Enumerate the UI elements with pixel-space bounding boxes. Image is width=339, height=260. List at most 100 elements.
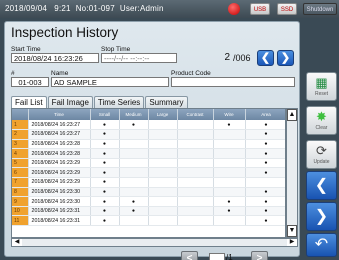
product-code-field[interactable]: [171, 77, 295, 87]
page-current: 2: [224, 53, 230, 63]
tab-fail-image[interactable]: Fail Image: [47, 96, 93, 108]
fail-mark-cell: [213, 148, 246, 159]
name-label: Name: [51, 70, 69, 77]
table-row[interactable]: 9 2018/08/24 16:23:30 ● ● ● ●: [12, 196, 285, 207]
return-button[interactable]: ↶: [306, 233, 337, 257]
table-row[interactable]: 6 2018/08/24 16:23:29 ● ●: [12, 167, 285, 179]
start-time-field[interactable]: 2018/08/24 16:23:26: [11, 53, 99, 63]
column-header-medium[interactable]: Medium: [119, 109, 149, 120]
tab-fail-list[interactable]: Fail List: [11, 96, 47, 108]
row-time: 2018/08/24 16:23:28: [28, 148, 91, 159]
prev-record-button[interactable]: ❮: [257, 50, 274, 66]
fail-mark-cell: [148, 148, 178, 159]
name-field[interactable]: AD SAMPLE: [51, 77, 169, 87]
scroll-right-button[interactable]: ▶: [287, 239, 297, 246]
arrow-left-icon: ❮: [260, 52, 271, 64]
vertical-scrollbar[interactable]: ▲ ▼: [286, 108, 298, 238]
fail-mark-cell: [119, 167, 149, 179]
column-header-contrast[interactable]: Contrast: [177, 109, 214, 120]
clear-label: Clear: [315, 125, 328, 131]
column-header-small[interactable]: Small: [90, 109, 120, 120]
row-time: 2018/08/24 16:23:29: [28, 167, 91, 179]
fail-mark-cell: ●: [90, 206, 120, 217]
table-row[interactable]: 4 2018/08/24 16:23:28 ● ●: [12, 148, 285, 159]
fail-mark-cell: [148, 120, 178, 131]
fail-mark-cell: ●: [90, 148, 120, 159]
table-row[interactable]: 11 2018/08/24 16:23:31 ● ●: [12, 215, 285, 227]
tab-summary[interactable]: Summary: [145, 96, 188, 108]
fail-mark-cell: [119, 187, 149, 198]
excel-export-icon: ▦: [315, 75, 328, 90]
forward-button[interactable]: ❯: [306, 202, 337, 231]
column-header-time[interactable]: Time: [28, 109, 91, 120]
start-time-label: Start Time: [11, 46, 41, 53]
fail-mark-cell: ●: [90, 129, 120, 140]
sparkle-clear-icon: ✸: [316, 109, 327, 124]
column-header-area[interactable]: Area: [245, 109, 285, 120]
stop-time-field[interactable]: ----/--/-- --:--:--: [101, 53, 177, 63]
fail-mark-cell: ●: [90, 196, 120, 207]
page-number-input[interactable]: [209, 253, 225, 260]
fail-mark-cell: [213, 215, 246, 227]
status-datetime: 2018/09/04 9:21: [5, 4, 71, 13]
fail-mark-cell: [213, 187, 246, 198]
usb-button[interactable]: USB: [250, 3, 270, 15]
update-button[interactable]: ⟳ Update: [306, 140, 337, 169]
scroll-left-button[interactable]: ◀: [12, 239, 22, 246]
fail-mark-cell: ●: [90, 158, 120, 169]
fail-mark-cell: [119, 215, 149, 227]
column-header-wire[interactable]: Wire: [213, 109, 246, 120]
fail-mark-cell: ●: [119, 120, 149, 131]
fail-mark-cell: [177, 167, 214, 179]
fail-mark-cell: ●: [119, 196, 149, 207]
fail-mark-cell: [119, 148, 149, 159]
number-field[interactable]: 01-003: [11, 77, 49, 87]
next-page-button[interactable]: >: [251, 251, 268, 260]
tab-time-series[interactable]: Time Series: [93, 96, 145, 108]
clear-button[interactable]: ✸ Clear: [306, 106, 337, 135]
product-code-label: Product Code: [171, 70, 211, 77]
status-bar: 2018/09/04 9:21 No:01-097 User:Admin USB…: [0, 0, 339, 18]
table-row[interactable]: 10 2018/08/24 16:23:31 ● ● ● ●: [12, 206, 285, 217]
table-row[interactable]: 3 2018/08/24 16:23:28 ● ●: [12, 139, 285, 150]
prev-page-button[interactable]: <: [181, 251, 198, 260]
column-header-index: [12, 109, 29, 120]
table-row[interactable]: 8 2018/08/24 16:23:30 ● ●: [12, 187, 285, 198]
ssd-button[interactable]: SSD: [277, 3, 297, 15]
shutdown-button[interactable]: Shutdown: [303, 3, 337, 15]
row-index: 10: [12, 206, 29, 217]
fail-mark-cell: ●: [119, 206, 149, 217]
alarm-indicator-icon: [228, 3, 240, 15]
fail-mark-cell: [177, 139, 214, 150]
fail-mark-cell: [177, 196, 214, 207]
table-row[interactable]: 7 2018/08/24 16:23:29 ●: [12, 177, 285, 188]
row-time: 2018/08/24 16:23:31: [28, 206, 91, 217]
fail-mark-cell: [119, 158, 149, 169]
row-index: 7: [12, 177, 29, 188]
reset-button[interactable]: ▦ Reset: [306, 72, 337, 101]
fail-mark-cell: [148, 129, 178, 140]
fail-mark-cell: ●: [90, 120, 120, 131]
next-record-button[interactable]: ❯: [277, 50, 294, 66]
row-index: 2: [12, 129, 29, 140]
table-row[interactable]: 2 2018/08/24 16:23:27 ● ●: [12, 129, 285, 140]
status-number: No:01-097: [75, 4, 115, 13]
fail-mark-cell: [213, 167, 246, 179]
row-time: 2018/08/24 16:23:30: [28, 187, 91, 198]
row-index: 6: [12, 167, 29, 179]
row-time: 2018/08/24 16:23:29: [28, 158, 91, 169]
column-header-large[interactable]: Large: [148, 109, 178, 120]
horizontal-scrollbar[interactable]: ◀ ▶: [11, 238, 298, 247]
stop-time-label: Stop Time: [101, 46, 131, 53]
number-label: #: [11, 70, 15, 77]
fail-mark-cell: [119, 139, 149, 150]
table-row[interactable]: 1 2018/08/24 16:23:27 ● ● ● ●: [12, 120, 285, 131]
fail-mark-cell: ●: [245, 158, 285, 169]
scroll-up-button[interactable]: ▲: [287, 109, 297, 121]
arrow-right-icon: ❯: [280, 52, 291, 64]
table-row[interactable]: 5 2018/08/24 16:23:29 ● ●: [12, 158, 285, 169]
back-button[interactable]: ❮: [306, 171, 337, 200]
fail-mark-cell: ●: [245, 187, 285, 198]
fail-mark-cell: [213, 177, 246, 188]
scroll-down-button[interactable]: ▼: [287, 225, 297, 237]
